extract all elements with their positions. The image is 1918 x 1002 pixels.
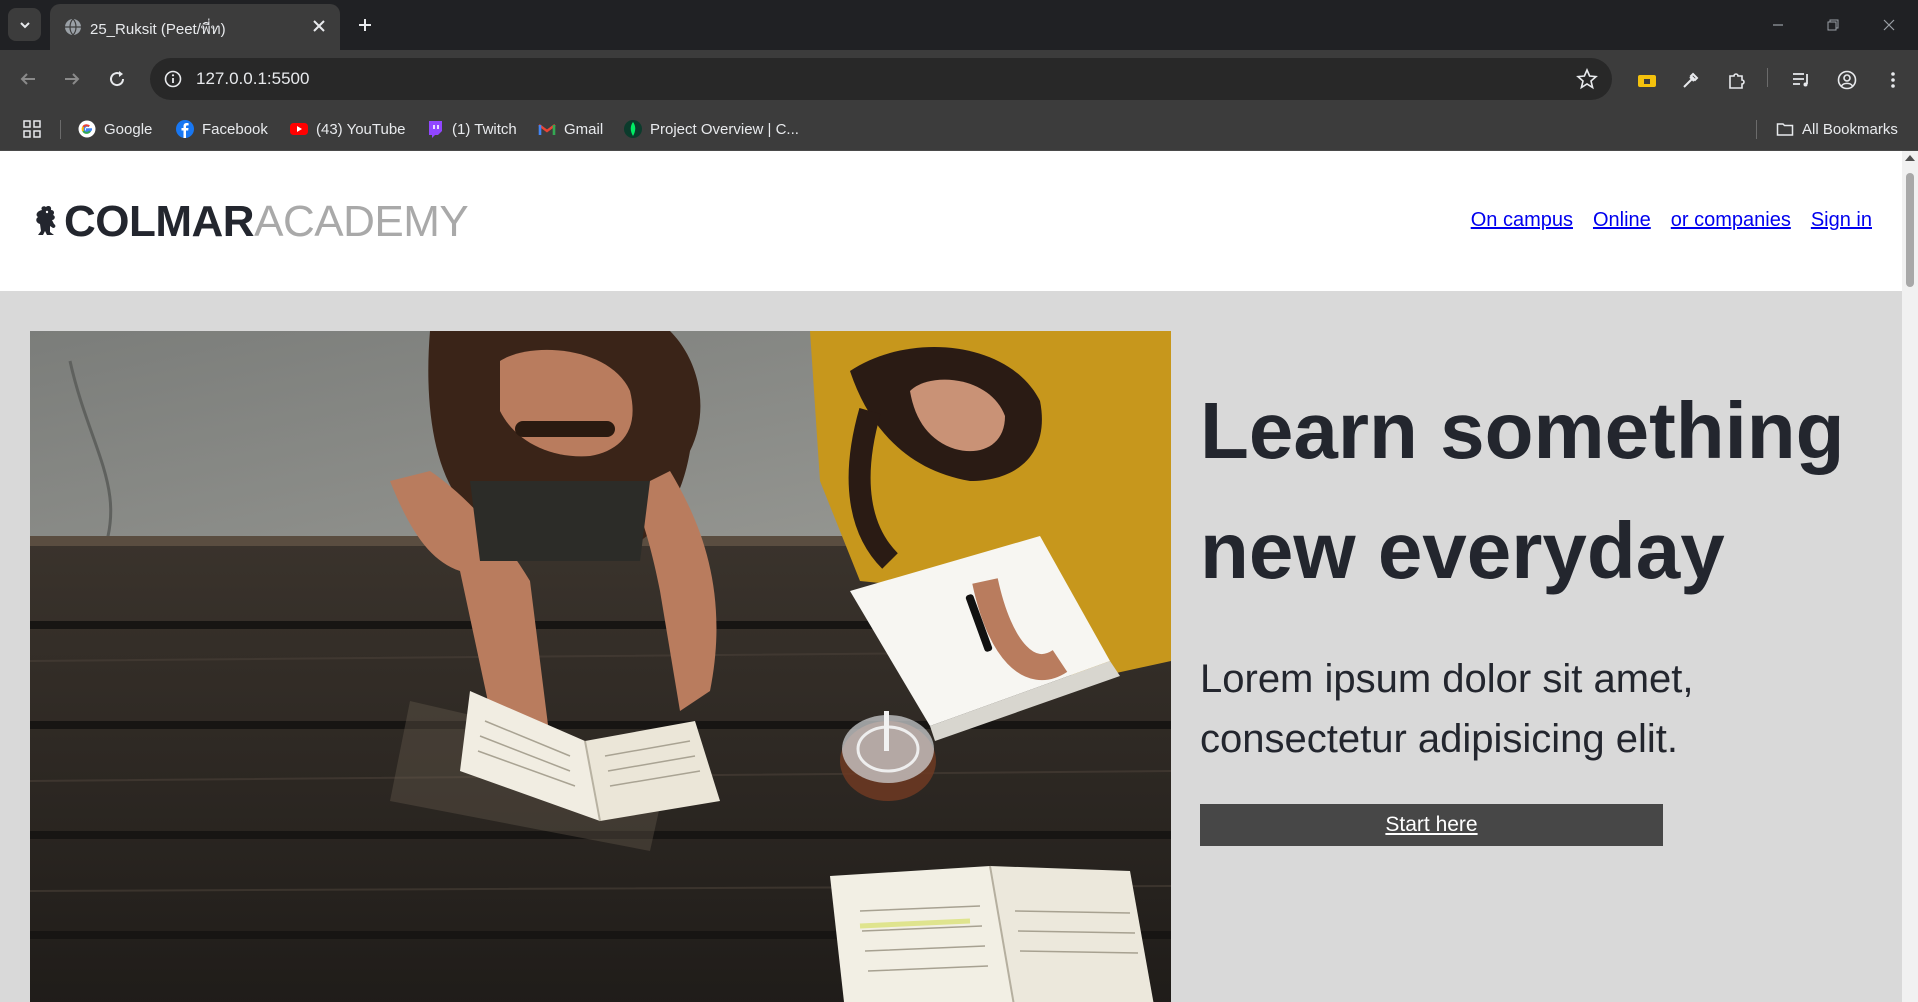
mongodb-icon	[624, 120, 642, 138]
hero-image	[30, 331, 1171, 1002]
bookmark-project-overview[interactable]: Project Overview | C...	[624, 114, 799, 144]
extensions-button[interactable]	[1724, 67, 1750, 93]
folder-icon	[1776, 123, 1794, 136]
bookmark-label: Project Overview | C...	[650, 120, 799, 138]
site-header: COLMAR ACADEMY On campus Online or compa…	[0, 151, 1902, 291]
close-window-button[interactable]	[1874, 10, 1904, 40]
reload-button[interactable]	[103, 65, 131, 93]
reload-icon	[110, 71, 125, 87]
site-info-button[interactable]	[162, 68, 184, 90]
tab-strip: 25_Ruksit (Peet/พี่ท)	[0, 0, 1918, 50]
bookmark-label: (1) Twitch	[452, 120, 517, 138]
extension-eyedropper-button[interactable]	[1678, 67, 1704, 93]
account-icon	[1837, 70, 1857, 90]
apps-grid-icon[interactable]	[22, 119, 42, 139]
hero-photo-illustration	[30, 331, 1171, 1002]
bookmark-star-icon[interactable]	[1576, 68, 1598, 90]
extension-wallet-button[interactable]	[1634, 67, 1660, 93]
main-nav: On campus Online or companies Sign in	[1471, 209, 1872, 232]
bookmarks-bar: Google Facebook (43) YouTube (1) Twitch …	[0, 108, 1918, 151]
hero-title: Learn something new everyday	[1200, 386, 1845, 595]
puzzle-icon	[1729, 73, 1745, 89]
google-icon	[78, 120, 96, 138]
back-button[interactable]	[14, 65, 42, 93]
bookmark-youtube[interactable]: (43) YouTube	[290, 114, 406, 144]
bookmark-google[interactable]: Google	[78, 114, 152, 144]
address-bar[interactable]: 127.0.0.1:5500	[150, 58, 1612, 100]
playlist-icon	[1793, 73, 1808, 87]
minimize-icon	[1773, 24, 1783, 26]
logo-primary-text: COLMAR	[64, 197, 255, 246]
all-bookmarks-button[interactable]: All Bookmarks	[1776, 114, 1898, 144]
globe-icon	[65, 18, 81, 36]
restore-icon	[1827, 19, 1839, 31]
hero-subtitle: Lorem ipsum dolor sit amet, consectetur …	[1200, 657, 1694, 761]
profile-button[interactable]	[1834, 67, 1860, 93]
bookmarks-divider	[60, 120, 61, 139]
lion-crest-icon	[36, 206, 56, 235]
arrow-right-icon	[65, 73, 80, 85]
close-tab-icon[interactable]	[310, 17, 328, 35]
toolbar-divider	[1767, 68, 1768, 87]
close-icon	[1883, 19, 1895, 31]
tab-title: 25_Ruksit (Peet/พี่ท)	[90, 21, 226, 38]
bookmark-twitch[interactable]: (1) Twitch	[426, 114, 517, 144]
wallet-icon	[1638, 75, 1656, 87]
bookmark-facebook[interactable]: Facebook	[176, 114, 268, 144]
youtube-icon	[290, 123, 308, 135]
plus-icon	[359, 19, 371, 31]
scrollbar-thumb[interactable]	[1906, 173, 1914, 287]
eyedropper-icon	[1683, 72, 1699, 88]
facebook-icon	[176, 120, 194, 138]
browser-toolbar: 127.0.0.1:5500	[0, 50, 1918, 108]
bookmarks-divider	[1756, 120, 1757, 139]
more-vertical-icon	[1891, 72, 1895, 88]
site-logo[interactable]: COLMAR ACADEMY	[32, 197, 469, 247]
page-viewport: COLMAR ACADEMY On campus Online or compa…	[0, 151, 1902, 1002]
page-scrollbar[interactable]	[1902, 151, 1918, 1002]
all-bookmarks-label: All Bookmarks	[1802, 120, 1898, 138]
logo-secondary-text: ACADEMY	[254, 197, 469, 246]
minimize-button[interactable]	[1763, 10, 1793, 40]
gmail-icon	[538, 124, 556, 135]
start-here-button[interactable]: Start here	[1200, 804, 1663, 846]
nav-link-sign-in[interactable]: Sign in	[1811, 209, 1872, 232]
restore-button[interactable]	[1818, 10, 1848, 40]
nav-link-on-campus[interactable]: On campus	[1471, 209, 1573, 232]
menu-button[interactable]	[1880, 67, 1906, 93]
bookmark-gmail[interactable]: Gmail	[538, 114, 603, 144]
bookmark-label: (43) YouTube	[316, 120, 406, 138]
active-tab[interactable]: 25_Ruksit (Peet/พี่ท)	[50, 4, 340, 50]
nav-link-online[interactable]: Online	[1593, 209, 1651, 232]
bookmark-label: Google	[104, 120, 153, 138]
nav-link-companies[interactable]: or companies	[1671, 209, 1791, 232]
info-icon	[164, 70, 182, 88]
forward-button[interactable]	[58, 65, 86, 93]
scroll-up-arrow-icon[interactable]	[1905, 155, 1915, 161]
new-tab-button[interactable]	[352, 12, 378, 38]
tab-search-button[interactable]	[8, 8, 41, 41]
twitch-icon	[429, 121, 442, 138]
arrow-left-icon	[20, 73, 35, 85]
hero-copy: Learn something new everyday Lorem ipsum…	[1200, 371, 1880, 846]
url-text[interactable]: 127.0.0.1:5500	[196, 69, 309, 89]
chevron-down-icon	[19, 21, 30, 28]
media-controls-button[interactable]	[1788, 67, 1814, 93]
bookmark-label: Facebook	[202, 120, 268, 138]
bookmark-label: Gmail	[564, 120, 604, 138]
